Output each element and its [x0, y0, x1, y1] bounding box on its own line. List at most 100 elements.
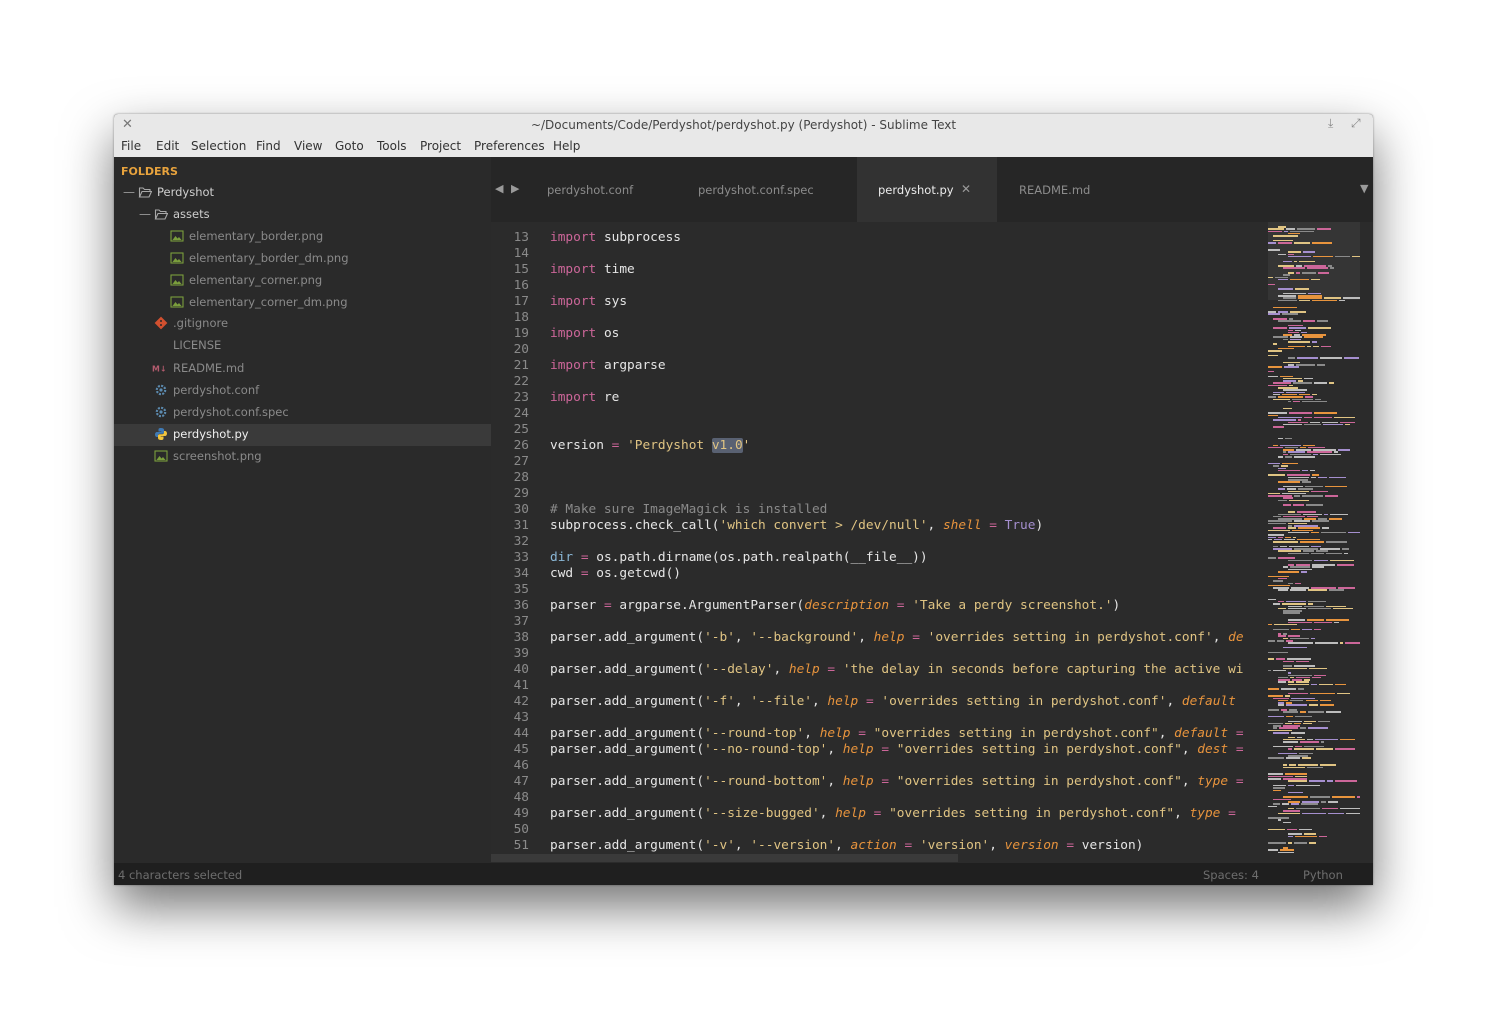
maximize-icon[interactable]: ⤢	[1351, 116, 1361, 131]
tree-file-gitignore[interactable]: .gitignore	[114, 313, 491, 335]
minimap-line	[1289, 499, 1309, 502]
minimap-line	[1294, 525, 1318, 527]
tree-file-perdyshot-py[interactable]: perdyshot.py	[114, 424, 491, 446]
code-line[interactable]: parser.add_argument('--round-top', help …	[550, 726, 1244, 742]
tab-perdyshot-conf[interactable]: perdyshot.conf	[531, 157, 681, 222]
code-token: )	[1035, 518, 1044, 533]
minimap-line	[1305, 699, 1319, 702]
minimap-line	[1273, 426, 1284, 428]
code-line[interactable]: parser.add_argument('--delay', help = 't…	[550, 662, 1243, 678]
code-line[interactable]: parser.add_argument('-v', '--version', a…	[550, 838, 1143, 854]
minimap-line	[1288, 791, 1303, 794]
code-line[interactable]: import argparse	[550, 358, 666, 374]
code-line[interactable]: parser.add_argument('--size-bugged', hel…	[550, 806, 1236, 822]
tab-scroll-left-icon[interactable]: ◀	[495, 182, 503, 195]
tab-perdyshot-conf-spec[interactable]: perdyshot.conf.spec	[681, 157, 857, 222]
code-line[interactable]: parser.add_argument('--round-bottom', he…	[550, 774, 1244, 790]
code-line[interactable]: dir = os.path.dirname(os.path.realpath(_…	[550, 550, 928, 566]
tree-file-elementary-corner[interactable]: elementary_corner.png	[114, 270, 491, 292]
minimap-line	[1298, 380, 1304, 382]
minimap-line	[1316, 228, 1331, 230]
code-token: =	[580, 550, 589, 565]
tree-file-elementary-border[interactable]: elementary_border.png	[114, 226, 491, 248]
tab-close-icon[interactable]: ✕	[961, 182, 971, 196]
code-line[interactable]: parser = argparse.ArgumentParser(descrip…	[550, 598, 1120, 614]
tree-file-elementary-border-dm[interactable]: elementary_border_dm.png	[114, 248, 491, 270]
tree-file-perdyshot-conf-spec[interactable]: perdyshot.conf.spec	[114, 402, 491, 424]
code-line[interactable]: parser.add_argument('-f', '--file', help…	[550, 694, 1236, 710]
minimap-line	[1302, 469, 1309, 472]
code-line[interactable]: import subprocess	[550, 230, 681, 246]
minimap-line	[1288, 642, 1313, 644]
menu-tools[interactable]: Tools	[377, 139, 407, 153]
minimap-line	[1287, 784, 1295, 787]
minimap-line	[1326, 605, 1346, 607]
collapse-icon[interactable]: —	[139, 207, 151, 221]
menu-view[interactable]: View	[294, 139, 322, 153]
line-number: 41	[513, 678, 529, 693]
tab-scroll-right-icon[interactable]: ▶	[511, 182, 519, 195]
collapse-icon[interactable]: —	[123, 185, 135, 199]
tab-perdyshot-py[interactable]: perdyshot.py ✕	[857, 157, 997, 222]
indentation-status[interactable]: Spaces: 4	[1203, 868, 1259, 882]
minimap-line	[1288, 755, 1309, 757]
minimap-line	[1283, 389, 1308, 391]
code-line[interactable]: import os	[550, 326, 619, 342]
minimap-line	[1288, 490, 1310, 492]
tree-folder-perdyshot[interactable]: — Perdyshot	[114, 182, 491, 204]
code-editor[interactable]: 13 14 15 16 17 18 19 20 21 22 23 24 25 26 27 28 29 30 31 32…	[491, 222, 1373, 863]
code-area[interactable]: import subprocess import time import sys im…	[550, 222, 1268, 863]
tree-file-readme[interactable]: M↓ README.md	[114, 358, 491, 380]
minimap-line	[1307, 292, 1322, 295]
code-line[interactable]: # Make sure ImageMagick is installed	[550, 502, 827, 518]
minimap-line	[1278, 699, 1288, 702]
minimap-line	[1278, 226, 1287, 228]
code-line[interactable]: subprocess.check_call('which convert > /…	[550, 518, 1043, 534]
minimap-line	[1296, 357, 1319, 359]
tree-file-perdyshot-conf[interactable]: perdyshot.conf	[114, 380, 491, 402]
minimap-line	[1300, 446, 1307, 449]
menu-file[interactable]: File	[121, 139, 141, 153]
code-line[interactable]: import sys	[550, 294, 627, 310]
code-line[interactable]: version = 'Perdyshot v1.0'	[550, 438, 750, 454]
download-icon[interactable]: ⤓	[1328, 116, 1333, 131]
code-line[interactable]: import time	[550, 262, 635, 278]
tree-file-elementary-corner-dm[interactable]: elementary_corner_dm.png	[114, 292, 491, 314]
syntax-status[interactable]: Python	[1303, 868, 1343, 882]
code-token: '-v'	[704, 838, 735, 853]
horizontal-scrollbar[interactable]	[491, 854, 958, 862]
code-line[interactable]: import re	[550, 390, 619, 406]
menu-selection[interactable]: Selection	[191, 139, 246, 153]
minimap-line	[1301, 571, 1308, 573]
minimap-line	[1337, 587, 1356, 589]
code-line[interactable]: parser.add_argument('--no-round-top', he…	[550, 742, 1244, 758]
tree-file-screenshot[interactable]: screenshot.png	[114, 446, 491, 468]
menu-goto[interactable]: Goto	[335, 139, 364, 153]
code-token: '--round-top'	[704, 726, 805, 741]
code-line[interactable]: parser.add_argument('-b', '--background'…	[550, 630, 1244, 646]
minimap-line	[1311, 278, 1321, 281]
menu-edit[interactable]: Edit	[156, 139, 179, 153]
minimap-line	[1287, 474, 1311, 476]
minimap-line	[1291, 628, 1300, 630]
menu-find[interactable]: Find	[256, 139, 281, 153]
minimap-line	[1308, 711, 1325, 713]
menu-help[interactable]: Help	[553, 139, 580, 153]
minimap-line	[1319, 835, 1328, 837]
tab-dropdown-icon[interactable]: ▼	[1360, 182, 1368, 195]
minimap-line	[1310, 476, 1316, 479]
minimap-line	[1286, 828, 1298, 831]
tree-file-license[interactable]: LICENSE	[114, 335, 491, 357]
tree-folder-assets[interactable]: — assets	[114, 204, 491, 226]
menu-project[interactable]: Project	[420, 139, 461, 153]
line-number: 51	[513, 838, 529, 853]
minimap-line	[1268, 522, 1287, 525]
code-line[interactable]: cwd = os.getcwd()	[550, 566, 681, 582]
minimap-line	[1316, 364, 1326, 366]
minimap-line	[1318, 272, 1329, 274]
minimap-line	[1299, 393, 1310, 396]
tab-readme[interactable]: README.md	[997, 157, 1147, 222]
menu-preferences[interactable]: Preferences	[474, 139, 545, 153]
minimap[interactable]	[1268, 222, 1373, 863]
